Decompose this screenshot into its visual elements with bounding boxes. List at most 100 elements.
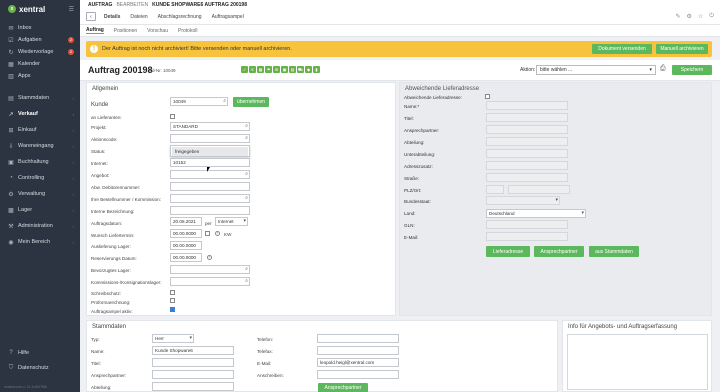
- sidebar-item-stammdaten[interactable]: ▤ Stammdaten ›: [0, 90, 80, 106]
- chevron-right-icon: ›: [72, 143, 74, 149]
- auslieferung-input[interactable]: 00.00.0000: [170, 241, 202, 250]
- sidebar-item-lager[interactable]: ▩ Lager ›: [0, 202, 80, 218]
- sidebar-item-aufgaben[interactable]: ☑ Aufgaben 2: [0, 34, 80, 46]
- tab-dateien[interactable]: Dateien: [128, 14, 149, 20]
- wunsch-checkbox[interactable]: [205, 231, 210, 236]
- typ-select[interactable]: Herr ▾: [152, 334, 194, 343]
- sidebar-item-apps[interactable]: ▥ Apps: [0, 70, 80, 82]
- plz-input[interactable]: [486, 185, 504, 194]
- search-icon[interactable]: ⌕: [245, 266, 248, 273]
- tab-details[interactable]: Details: [102, 14, 122, 20]
- reservierung-input[interactable]: 00.00.0000: [170, 253, 202, 262]
- lieferadresse-field-input[interactable]: [486, 232, 568, 241]
- proforma-checkbox[interactable]: [170, 298, 175, 303]
- reservierung-label: Reservierungs Datum:: [91, 256, 137, 261]
- internet-input[interactable]: 10152: [170, 158, 250, 167]
- subtab-protokoll[interactable]: Protokoll: [178, 28, 197, 34]
- subtab-auftrag[interactable]: Auftrag: [86, 27, 104, 34]
- sidebar-item-inbox[interactable]: ✉ Inbox: [0, 22, 80, 34]
- auftragsdatum-input[interactable]: 20.08.2021: [170, 217, 202, 226]
- auftragsdatum-value: 20.08.2021: [173, 219, 196, 224]
- interne-bezeichnung-input[interactable]: [170, 206, 250, 215]
- sidebar-item-einkauf[interactable]: ⊞ Einkauf ›: [0, 122, 80, 138]
- lieferadresse-field-input[interactable]: ▾: [486, 196, 560, 205]
- lager-input[interactable]: ⌕: [170, 265, 250, 274]
- tab-abschlagsrechnung[interactable]: Abschlagsrechnung: [156, 14, 204, 20]
- print-icon[interactable]: ⎙: [660, 65, 666, 73]
- logout-icon[interactable]: ⏻: [709, 13, 714, 20]
- collapse-sidebar-icon[interactable]: ☰: [69, 6, 74, 13]
- lieferadresse-field-input[interactable]: [486, 149, 568, 158]
- subtab-vorschau[interactable]: Vorschau: [147, 28, 168, 34]
- an-lieferanten-checkbox[interactable]: [170, 114, 175, 119]
- aktion-select[interactable]: bitte wählen ... ▾: [536, 65, 656, 75]
- angebot-input[interactable]: ⌕: [170, 170, 250, 179]
- star-icon[interactable]: ☆: [698, 13, 703, 20]
- telefon-input[interactable]: [317, 334, 399, 343]
- info-icon[interactable]: i: [215, 231, 220, 236]
- abw-debitor-input[interactable]: [170, 182, 250, 191]
- search-icon[interactable]: ⌕: [245, 123, 248, 130]
- back-button[interactable]: ‹: [86, 12, 96, 21]
- wunsch-liefertermin-input[interactable]: 00.00.0000: [170, 229, 202, 238]
- kommission-input[interactable]: ⌕: [170, 277, 250, 286]
- search-icon[interactable]: ⌕: [223, 98, 226, 105]
- sidebar-item-wareneingang[interactable]: ⇩ Wareneingang ›: [0, 138, 80, 154]
- aus-stammdaten-button[interactable]: aus Stammdaten: [589, 246, 639, 257]
- bestellnummer-input[interactable]: ⌕: [170, 194, 250, 203]
- ansprechpartner-button[interactable]: Ansprechpartner: [534, 246, 584, 257]
- search-icon[interactable]: ⌕: [245, 171, 248, 178]
- status-field[interactable]: freigegeben: [170, 145, 250, 157]
- lieferadresse-field-input[interactable]: [486, 125, 568, 134]
- sidebar-item-privacy[interactable]: ⛉ Datenschutz: [0, 362, 80, 374]
- subtab-positionen[interactable]: Positionen: [114, 28, 137, 34]
- save-button[interactable]: Speichern: [672, 65, 712, 75]
- titel-input[interactable]: [152, 358, 234, 367]
- sidebar-item-verwaltung[interactable]: ⚙ Verwaltung ›: [0, 186, 80, 202]
- info-icon[interactable]: i: [207, 255, 212, 260]
- send-document-button[interactable]: Dokument versenden: [592, 44, 652, 54]
- abw-lieferadresse-checkbox[interactable]: [485, 94, 490, 99]
- lieferadresse-button[interactable]: Lieferadresse: [486, 246, 530, 257]
- search-icon[interactable]: ⌕: [245, 278, 248, 285]
- sidebar-item-mein-bereich[interactable]: ◉ Mein Bereich ›: [0, 234, 80, 250]
- ansprechpartner-input[interactable]: [152, 370, 234, 379]
- tab-auftragsampel[interactable]: Auftragsampel: [210, 14, 246, 20]
- lieferadresse-field-input[interactable]: [486, 173, 568, 182]
- sidebar-item-buchhaltung[interactable]: ▣ Buchhaltung ›: [0, 154, 80, 170]
- sidebar-item-wiedervorlage[interactable]: ↻ Wiedervorlage 2: [0, 46, 80, 58]
- ort-input[interactable]: [508, 185, 570, 194]
- stammdaten-ansprechpartner-button[interactable]: Ansprechpartner: [318, 383, 368, 392]
- edit-icon[interactable]: ✎: [675, 13, 680, 20]
- lieferadresse-field-label: Name:*: [404, 104, 420, 109]
- settings-icon[interactable]: ⚙: [686, 13, 691, 20]
- land-select[interactable]: Deutschland ▾: [486, 209, 586, 218]
- lieferadresse-field-input[interactable]: [486, 161, 568, 170]
- lieferadresse-field-input[interactable]: [486, 113, 568, 122]
- lieferadresse-field-input[interactable]: [486, 137, 568, 146]
- search-icon[interactable]: ⌕: [245, 195, 248, 202]
- sidebar-item-kalender[interactable]: ▦ Kalender: [0, 58, 80, 70]
- sidebar-item-verkauf[interactable]: ↗ Verkauf ›: [0, 106, 80, 122]
- email-input[interactable]: leopold.heigl@xentral.com: [317, 358, 399, 367]
- ampel-checkbox[interactable]: [170, 307, 175, 312]
- kunde-input[interactable]: 10049 ⌕: [170, 97, 228, 106]
- anschreiben-input[interactable]: [317, 370, 399, 379]
- sidebar-item-administration[interactable]: ⚒ Administration ›: [0, 218, 80, 234]
- search-icon[interactable]: ⌕: [245, 135, 248, 142]
- lieferadresse-field-input[interactable]: [486, 220, 568, 229]
- sidebar-item-help[interactable]: ? Hilfe: [0, 347, 80, 359]
- name-input[interactable]: Kunde Shopware6: [152, 346, 234, 355]
- aktionscode-label: Aktionscode:: [91, 137, 118, 142]
- archive-manually-button[interactable]: Manuell archivieren: [656, 44, 708, 54]
- projekt-input[interactable]: STANDARD ⌕: [170, 122, 250, 131]
- uebernehmen-button[interactable]: übernehmen: [233, 97, 269, 107]
- abteilung-input[interactable]: [152, 382, 234, 391]
- per-select[interactable]: Internet ▾: [215, 217, 248, 226]
- schreibschutz-checkbox[interactable]: [170, 290, 175, 295]
- info-textarea[interactable]: [567, 334, 708, 390]
- sidebar-item-controlling[interactable]: ◔ Controlling ›: [0, 170, 80, 186]
- telefax-input[interactable]: [317, 346, 399, 355]
- lieferadresse-field-input[interactable]: [486, 101, 568, 110]
- aktionscode-input[interactable]: ⌕: [170, 134, 250, 143]
